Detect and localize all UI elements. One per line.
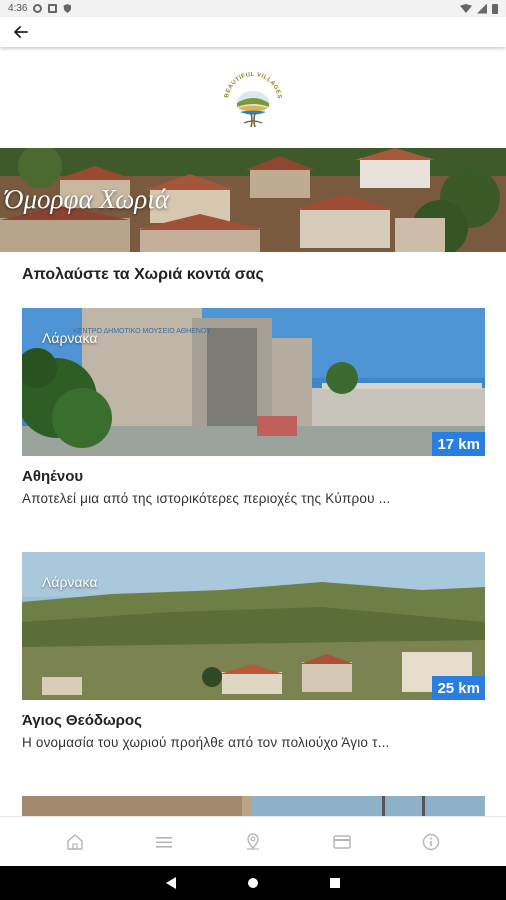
system-recents-icon[interactable] [330, 878, 340, 888]
village-card[interactable] [22, 796, 485, 816]
card-description: Η ονομασία του χωριού προήλθε από τον πο… [22, 735, 390, 750]
nav-card[interactable] [330, 830, 354, 854]
card-icon [333, 834, 351, 849]
wifi-icon [460, 4, 472, 13]
card-region-label: Λάρνακα [42, 574, 98, 590]
arrow-back-icon [14, 26, 28, 38]
list-icon [155, 836, 172, 848]
village-card[interactable]: ΚΕΝΤΡΟ ΔΗΜΟΤΙΚΟ ΜΟΥΣΕΙΟ ΑΘΗΕΝΟΥ Λάρνακα … [22, 308, 485, 506]
card-title: Αθηένου [22, 468, 84, 485]
village-card[interactable]: Λάρνακα 25 km Άγιος Θεόδωρος Η ονομασία … [22, 552, 485, 750]
distance-badge: 25 km [432, 676, 485, 700]
nav-info[interactable] [419, 830, 443, 854]
nav-map[interactable] [241, 830, 265, 854]
app-notification-icon [48, 4, 58, 13]
village-card-image: ΚΕΝΤΡΟ ΔΗΜΟΤΙΚΟ ΜΟΥΣΕΙΟ ΑΘΗΕΝΟΥ Λάρνακα … [22, 308, 485, 456]
battery-icon [492, 3, 498, 14]
section-title: Απολαύστε τα Χωριά κοντά σας [22, 266, 264, 283]
card-title: Άγιος Θεόδωρος [22, 712, 142, 729]
map-pin-icon [246, 832, 259, 850]
status-bar: 4:36 [0, 0, 506, 17]
back-button[interactable] [10, 21, 32, 43]
system-back-icon[interactable] [166, 877, 176, 889]
village-card-image: Λάρνακα 25 km [22, 552, 485, 700]
info-icon [423, 833, 440, 850]
bottom-navigation [0, 816, 506, 866]
home-icon [66, 833, 83, 850]
nav-list[interactable] [152, 830, 176, 854]
shield-notification-icon [63, 4, 72, 13]
app-bar [0, 17, 506, 47]
card-description: Αποτελεί μια από της ιστορικότερες περιο… [22, 491, 391, 506]
system-navigation-bar [0, 866, 506, 900]
nav-home[interactable] [63, 830, 87, 854]
village-card-image-partial [22, 796, 485, 816]
settings-notification-icon [33, 4, 43, 13]
logo-area: BEAUTIFUL VILLAGES OF CYPRUS [0, 47, 506, 148]
hero-banner: Όμορφα Χωριά [0, 148, 506, 252]
system-home-icon[interactable] [248, 878, 258, 888]
card-region-label: Λάρνακα [42, 330, 98, 346]
hero-title: Όμορφα Χωριά [4, 184, 169, 214]
signal-icon [477, 3, 487, 14]
status-time: 4:36 [8, 3, 28, 14]
distance-badge: 17 km [432, 432, 485, 456]
beautiful-villages-logo: BEAUTIFUL VILLAGES OF CYPRUS [218, 63, 282, 127]
